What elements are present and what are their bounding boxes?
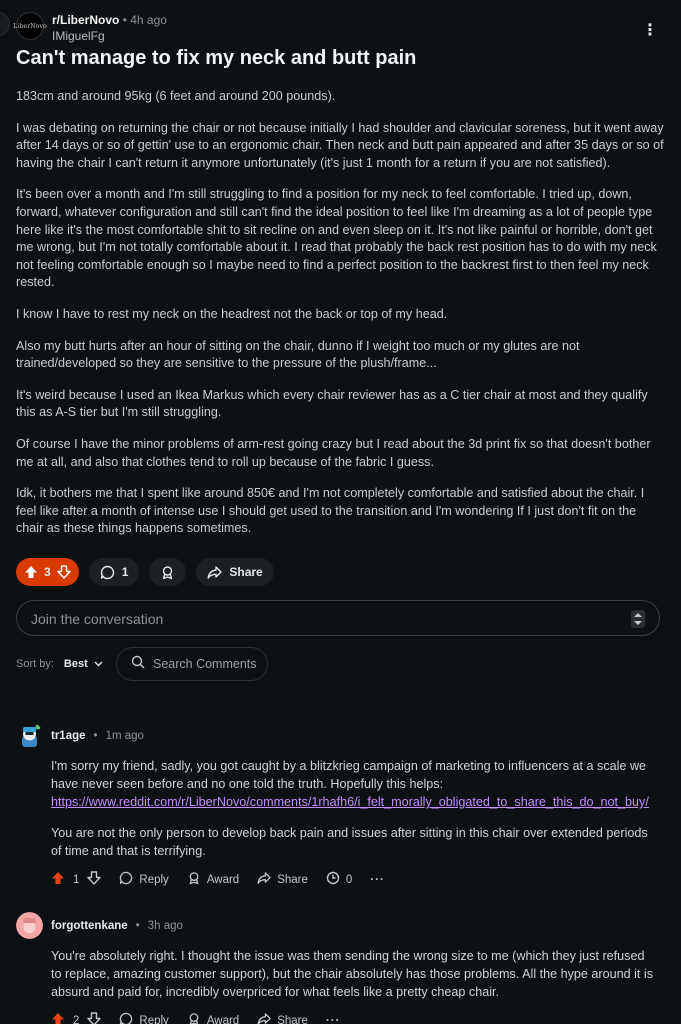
comment-link[interactable]: https://www.reddit.com/r/LiberNovo/comme… [51,795,649,809]
share-icon [207,565,223,580]
post-paragraph: I was debating on returning the chair or… [16,120,664,170]
downvote-icon[interactable] [56,565,71,579]
post-paragraph: It's weird because I used an Ikea Markus… [16,387,648,420]
downvote-icon[interactable] [87,1012,102,1024]
comment-count: 1 [121,565,129,579]
comment-action-bar: 2 Reply Award Share ··· [51,1012,666,1024]
join-conversation-input[interactable] [31,609,611,629]
kebab-icon[interactable]: ⋮ [642,20,659,40]
share-icon [257,871,271,888]
reply-label: Reply [139,873,169,886]
reply-button[interactable]: Reply [119,1012,169,1024]
comment-header: tr1age • 1m ago [16,722,666,749]
award-icon [187,871,201,888]
share-button[interactable]: Share [257,871,308,888]
vote-pill: 3 [16,558,79,586]
comment: forgottenkane • 3h ago You're absolutely… [16,912,666,1024]
post-title: Can't manage to fix my neck and butt pai… [16,47,417,69]
award-button[interactable] [149,558,187,586]
avatar[interactable] [16,722,43,749]
share-icon [257,1012,271,1024]
more-icon[interactable]: ··· [370,874,385,886]
post-body: 183cm and around 95kg (6 feet and around… [16,88,664,552]
comment-text: You are not the only person to develop b… [51,826,648,858]
comment-vote-count: 2 [73,1014,80,1024]
post-paragraph: 183cm and around 95kg (6 feet and around… [16,89,336,103]
comments-button[interactable]: 1 [88,558,140,586]
post-paragraph: Idk, it bothers me that I spent like aro… [16,486,645,536]
post-paragraph: I know I have to rest my neck on the hea… [16,306,448,321]
sort-dropdown[interactable]: Best [64,658,103,670]
meta-separator: • [93,729,98,742]
share-label: Share [229,565,263,579]
comment-author[interactable]: tr1age [51,730,86,742]
comment-votes: 2 [51,1012,102,1024]
downvote-icon[interactable] [87,871,102,888]
comment-time: 1m ago [105,729,144,742]
reply-label: Reply [139,1014,169,1024]
comment-composer[interactable] [16,600,660,636]
comment-icon [100,565,115,580]
vote-count: 3 [44,565,51,579]
search-comments-input[interactable] [153,657,263,671]
share-label: Share [277,873,308,886]
share-button[interactable]: Share [257,1012,308,1024]
meta-separator: • [135,919,140,932]
comment-author[interactable]: forgottenkane [51,920,128,932]
sort-value: Best [63,658,88,670]
comment-text: I'm sorry my friend, sadly, you got caug… [51,759,647,791]
timer-button[interactable]: 0 [326,871,352,888]
subreddit-avatar[interactable]: LiberNovo [13,12,47,40]
upvote-icon[interactable] [51,871,65,888]
avatar[interactable] [16,912,43,939]
comment-body: You're absolutely right. I thought the i… [51,947,656,1001]
chevron-down-icon [94,658,103,670]
award-button[interactable]: Award [187,871,239,888]
award-label: Award [206,1014,240,1024]
more-icon[interactable]: ··· [326,1015,341,1024]
comment: tr1age • 1m ago I'm sorry my friend, sad… [16,722,666,888]
post-action-bar: 3 1 Share [16,558,274,586]
comment-header: forgottenkane • 3h ago [16,912,666,939]
post-meta: r/LiberNovo • 4h ago IMiguelFg [52,13,167,43]
post-time: 4h ago [130,13,167,27]
timer-count: 0 [345,873,353,886]
comment-vote-count: 1 [73,873,80,886]
share-button[interactable]: Share [196,558,274,586]
upvote-icon[interactable] [24,565,38,579]
timer-icon [326,871,340,888]
share-label: Share [277,1014,308,1024]
post-paragraph: Of course I have the minor problems of a… [16,436,651,469]
subreddit-link[interactable]: r/LiberNovo [52,13,119,27]
subreddit-avatar-text: LiberNovo [13,22,47,30]
comment-icon [119,871,133,888]
award-icon [187,1012,201,1024]
comment-body: I'm sorry my friend, sadly, you got caug… [51,757,656,860]
reply-button[interactable]: Reply [119,871,169,888]
search-icon [131,655,145,674]
search-comments-box[interactable] [116,647,268,681]
post-author[interactable]: IMiguelFg [52,29,167,43]
comment-time: 3h ago [147,919,183,932]
post-page: LiberNovo r/LiberNovo • 4h ago IMiguelFg… [0,0,681,1024]
upvote-icon[interactable] [51,1012,65,1024]
sort-control: Sort by: Best [16,658,103,670]
award-icon [160,565,175,580]
meta-separator: • [122,13,127,27]
award-button[interactable]: Award [187,1012,239,1024]
back-icon[interactable] [0,12,10,36]
comment-icon [119,1012,133,1024]
award-label: Award [206,873,240,886]
post-paragraph: Also my butt hurts after an hour of sitt… [16,338,580,371]
comment-text: You're absolutely right. I thought the i… [51,949,654,999]
comment-action-bar: 1 Reply Award Share 0 ··· [51,871,666,888]
comment-votes: 1 [51,871,102,888]
post-paragraph: It's been over a month and I'm still str… [16,187,657,290]
sort-label: Sort by: [16,658,54,670]
scroll-arrows-icon[interactable] [631,610,645,628]
